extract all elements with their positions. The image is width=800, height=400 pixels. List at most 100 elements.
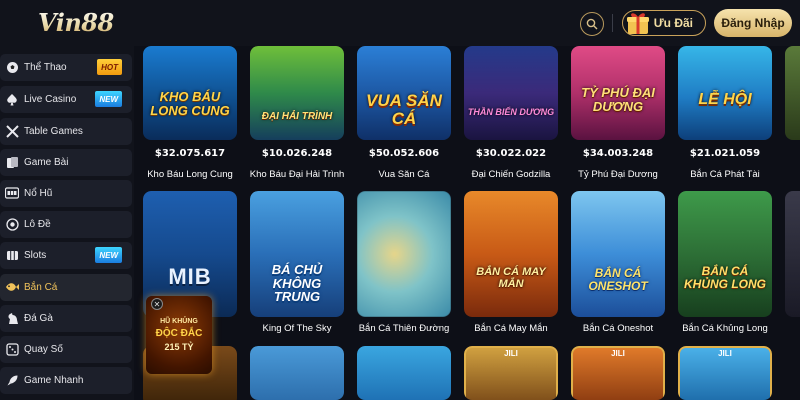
game-thumbnail: JILI xyxy=(571,346,665,400)
game-thumbnail xyxy=(357,346,451,400)
game-card[interactable]: LỄ HỘI $21.021.059 xyxy=(678,46,772,186)
game-thumbnail: VUA SĂN CÁ xyxy=(357,46,451,140)
top-header: Vin88 Ưu Đãi Đăng Nhập xyxy=(0,0,800,46)
game-name[interactable]: Bắn Cá May Mắn xyxy=(455,323,567,334)
game-art-title: BẮN CÁ MAY MẮN xyxy=(476,266,546,290)
sidebar-item-live-casino[interactable]: Live Casino NEW xyxy=(0,86,132,113)
game-thumbnail: TỶ PHÚ ĐẠI DƯƠNG xyxy=(571,46,665,140)
search-button[interactable] xyxy=(580,12,604,36)
game-card-partial[interactable] xyxy=(785,191,800,317)
jackpot-amount: $10.026.248 xyxy=(261,148,333,159)
game-card[interactable]: KHO BÁU LONG CUNG $32.075.617 xyxy=(143,46,237,186)
game-name[interactable]: Bắn Cá Thiên Đường xyxy=(348,323,460,334)
search-icon xyxy=(586,18,598,30)
game-thumbnail: JILI xyxy=(464,346,558,400)
slot-machine-icon xyxy=(5,186,19,200)
jackpot-amount: $30.022.022 xyxy=(475,148,547,159)
rocket-icon xyxy=(5,373,19,387)
game-name[interactable]: King Of The Sky xyxy=(241,323,353,334)
header-divider xyxy=(612,14,613,32)
game-art-title: THẦN BIỂN DƯƠNG xyxy=(467,107,555,117)
game-card[interactable]: THẦN BIỂN DƯƠNG $30.022.022 xyxy=(464,46,558,186)
game-art-title: MIB xyxy=(168,264,212,289)
promo-line-3: 215 TỶ xyxy=(164,342,194,352)
promo-line-2: ĐỘC ĐẮC xyxy=(155,328,203,339)
game-card[interactable]: JILI xyxy=(678,346,772,400)
game-thumbnail: BÁ CHỦ KHÔNG TRUNG xyxy=(250,191,344,317)
game-card[interactable] xyxy=(357,191,451,317)
sidebar-item-label: Game Nhanh xyxy=(24,375,84,386)
jackpot-amount: $32.075.617 xyxy=(154,148,226,159)
slot-reels-icon xyxy=(5,248,19,262)
game-thumbnail: ĐẠI HẢI TRÌNH xyxy=(250,46,344,140)
sidebar-item-cockfight[interactable]: Đá Gà xyxy=(0,305,132,332)
game-card[interactable] xyxy=(250,346,344,400)
game-name[interactable]: Bắn Cá Phát Tài xyxy=(669,169,781,180)
sidebar-item-label: Quay Số xyxy=(24,344,63,355)
sidebar-item-label: Table Games xyxy=(24,126,83,137)
sidebar-item-lottery[interactable]: Lô Đề xyxy=(0,211,132,238)
sidebar-item-sports[interactable]: Thể Thao HOT xyxy=(0,54,132,81)
game-thumbnail: BẮN CÁ ONESHOT xyxy=(571,191,665,317)
game-thumbnail: LỄ HỘI xyxy=(678,46,772,140)
game-thumbnail: BẮN CÁ MAY MẮN xyxy=(464,191,558,317)
game-art-title: BẮN CÁ ONESHOT xyxy=(588,266,648,293)
soccer-ball-icon xyxy=(5,60,19,74)
sidebar-item-label: Thể Thao xyxy=(24,62,67,73)
game-card[interactable]: BÁ CHỦ KHÔNG TRUNG xyxy=(250,191,344,317)
sidebar-item-fish-shooting[interactable]: Bắn Cá xyxy=(0,274,132,301)
jackpot-amount: $34.003.248 xyxy=(582,148,654,159)
promotion-label: Ưu Đãi xyxy=(653,16,693,30)
sidebar-item-jackpot[interactable]: Nổ Hũ xyxy=(0,180,132,207)
sidebar-item-label: Game Bài xyxy=(24,157,69,168)
lottery-ball-icon xyxy=(5,217,19,231)
game-card[interactable]: TỶ PHÚ ĐẠI DƯƠNG $34.003.248 xyxy=(571,46,665,186)
game-thumbnail: KHO BÁU LONG CUNG xyxy=(143,46,237,140)
game-name[interactable]: Bắn Cá Khủng Long xyxy=(669,323,781,334)
game-card[interactable]: VUA SĂN CÁ $50.052.606 xyxy=(357,46,451,186)
game-name[interactable]: Kho Báu Long Cung xyxy=(134,169,246,180)
game-name[interactable]: Bắn Cá Oneshot xyxy=(562,323,674,334)
sidebar-item-slots[interactable]: Slots NEW xyxy=(0,242,132,269)
game-art-title: LỄ HỘI xyxy=(698,91,752,108)
game-thumbnail: JILI xyxy=(678,346,772,400)
sidebar-item-number-draw[interactable]: Quay Số xyxy=(0,336,132,363)
sidebar-item-quick-games[interactable]: Game Nhanh xyxy=(0,367,132,394)
login-button[interactable]: Đăng Nhập xyxy=(714,9,792,37)
sidebar-item-card-games[interactable]: Game Bài xyxy=(0,149,132,176)
game-art-title: BÁ CHỦ KHÔNG TRUNG xyxy=(271,262,323,305)
game-art-title: KHO BÁU LONG CUNG xyxy=(150,89,230,118)
game-card[interactable] xyxy=(357,346,451,400)
rooster-icon xyxy=(5,311,19,325)
sidebar-item-label: Nổ Hũ xyxy=(24,188,53,199)
new-badge: NEW xyxy=(95,247,122,263)
game-card[interactable]: ĐẠI HẢI TRÌNH $10.026.248 xyxy=(250,46,344,186)
cards-icon xyxy=(5,155,19,169)
game-card[interactable]: BẮN CÁ MAY MẮN xyxy=(464,191,558,317)
gift-icon xyxy=(627,13,649,34)
crossed-cues-icon xyxy=(5,124,19,138)
game-name[interactable]: Vua Săn Cá xyxy=(348,169,460,180)
sidebar-item-table-games[interactable]: Table Games xyxy=(0,118,132,145)
jackpot-amount: $21.021.059 xyxy=(689,148,761,159)
game-art-title: BẮN CÁ KHỦNG LONG xyxy=(684,264,766,291)
game-thumbnail xyxy=(357,191,451,317)
sidebar: Thể Thao HOT Live Casino NEW Table Games… xyxy=(0,46,134,400)
game-card-partial[interactable] xyxy=(785,46,800,140)
game-thumbnail: THẦN BIỂN DƯƠNG xyxy=(464,46,558,140)
game-card[interactable]: BẮN CÁ KHỦNG LONG xyxy=(678,191,772,317)
sidebar-item-label: Lô Đề xyxy=(24,219,51,230)
site-logo[interactable]: Vin88 xyxy=(38,8,114,37)
game-card[interactable]: JILI xyxy=(464,346,558,400)
game-name[interactable]: Kho Báu Đại Hải Trình xyxy=(241,169,353,180)
promo-line-1: HŨ KHỦNG xyxy=(160,318,198,325)
close-icon[interactable]: ✕ xyxy=(151,298,163,310)
game-card[interactable]: JILI xyxy=(571,346,665,400)
hot-badge: HOT xyxy=(97,59,122,75)
jackpot-amount: $50.052.606 xyxy=(368,148,440,159)
game-name[interactable]: Tỷ Phú Đại Dương xyxy=(562,169,674,180)
game-name[interactable]: Đại Chiến Godzilla xyxy=(455,169,567,180)
spade-icon xyxy=(5,92,19,106)
sidebar-item-label: Slots xyxy=(24,250,47,261)
game-card[interactable]: BẮN CÁ ONESHOT xyxy=(571,191,665,317)
